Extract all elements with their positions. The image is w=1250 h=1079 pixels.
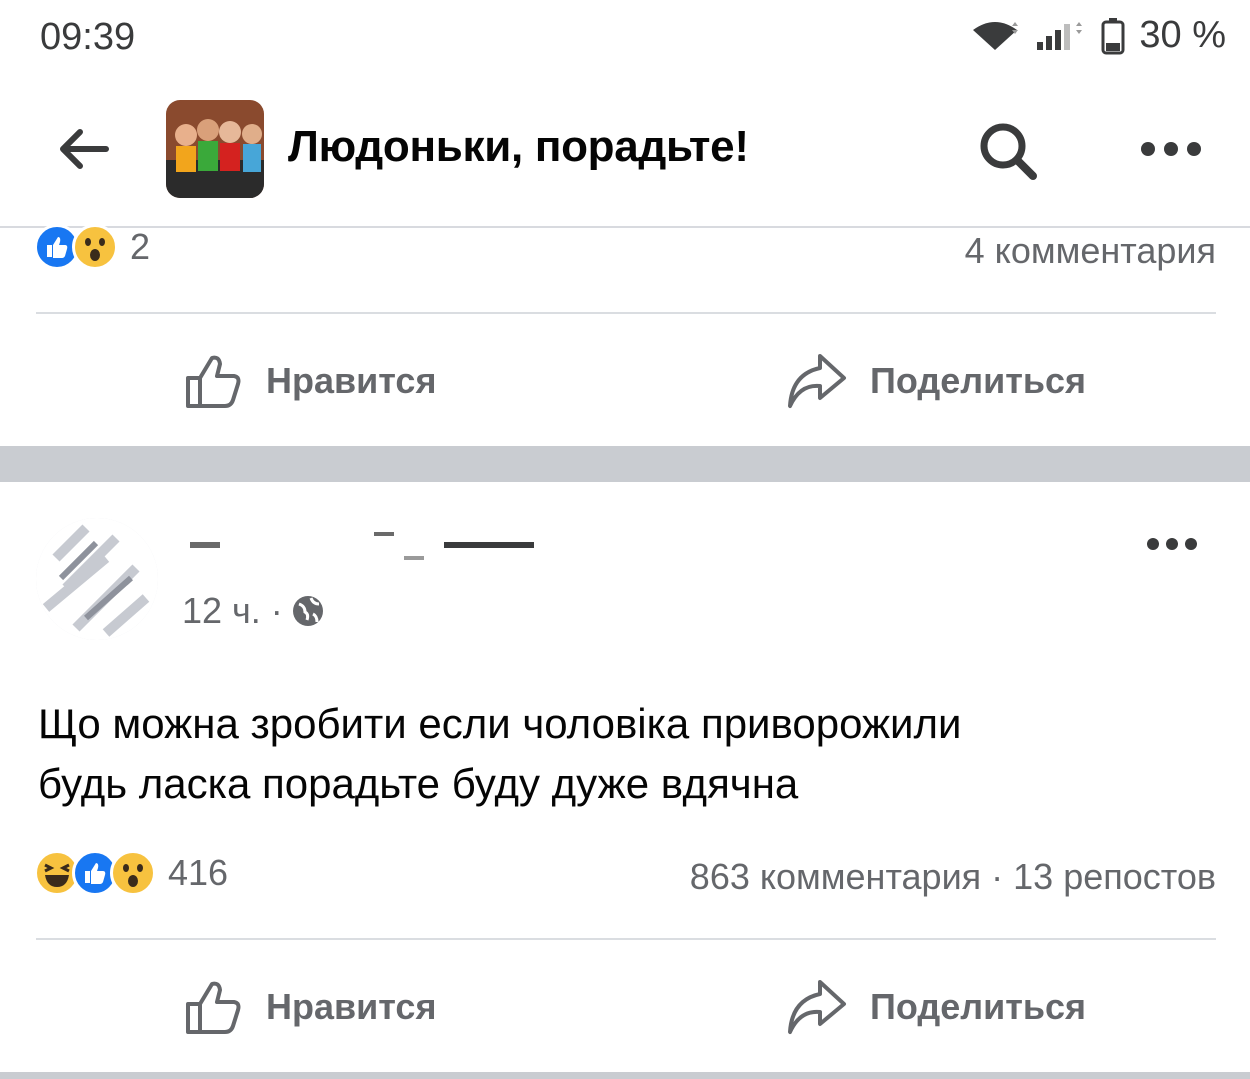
arrow-left-icon [60,129,109,169]
post-reaction-count: 416 [168,852,229,893]
author-name-redacted[interactable] [184,522,554,562]
post-text: Що можна зробити если чоловіка приворожи… [38,694,1218,814]
wow-reaction-icon [110,850,156,896]
group-title[interactable]: Людоньки, порадьте! [288,122,749,172]
thumbs-up-icon [186,355,241,408]
prev-divider [36,312,1216,314]
post-timestamp[interactable]: 12 ч. · [182,590,325,632]
wow-reaction-icon [72,224,118,270]
prev-share-label: Поделиться [870,360,1087,401]
more-icon [1141,142,1201,156]
post-divider [36,938,1216,940]
more-options-button[interactable] [1140,138,1202,165]
header-divider [0,226,1250,228]
prev-like-button[interactable]: Нравится [184,352,436,410]
back-button[interactable] [56,122,110,181]
prev-like-label: Нравится [266,360,437,401]
post-text-line-2: будь ласка порадьте буду дуже вдячна [38,760,799,807]
wifi-icon [973,21,1019,50]
thumbs-up-icon [186,981,241,1034]
feed-separator-bottom [0,1072,1250,1079]
feed-separator [0,446,1250,482]
status-icons: 30 % [971,14,1226,57]
post-time: 12 ч. · [182,590,283,631]
post-like-label: Нравится [266,986,437,1027]
author-avatar[interactable] [36,518,158,640]
prev-comments-count[interactable]: 4 комментария [965,230,1216,272]
signal-icon [1037,21,1083,50]
post-text-line-1: Що можна зробити если чоловіка приворожи… [38,700,962,747]
more-icon [1147,538,1197,550]
globe-icon [292,596,323,626]
share-arrow-icon [788,354,846,408]
group-avatar[interactable] [166,100,264,198]
battery-icon [1101,17,1125,54]
share-arrow-icon [788,980,846,1034]
post-share-label: Поделиться [870,986,1087,1027]
prev-reaction-count: 2 [130,226,151,267]
post-like-button[interactable]: Нравится [184,978,436,1036]
post-comments-shares[interactable]: 863 комментария · 13 репостов [690,856,1216,898]
prev-share-button[interactable]: Поделиться [786,352,1086,410]
post-share-button[interactable]: Поделиться [786,978,1086,1036]
battery-percent: 30 % [1139,14,1226,56]
prev-reactions[interactable]: 2 [34,224,150,270]
search-icon [980,123,1037,180]
post-more-button[interactable] [1146,534,1198,559]
post-reactions[interactable]: 416 [34,850,228,896]
search-button[interactable] [975,118,1041,189]
status-time: 09:39 [40,16,136,58]
